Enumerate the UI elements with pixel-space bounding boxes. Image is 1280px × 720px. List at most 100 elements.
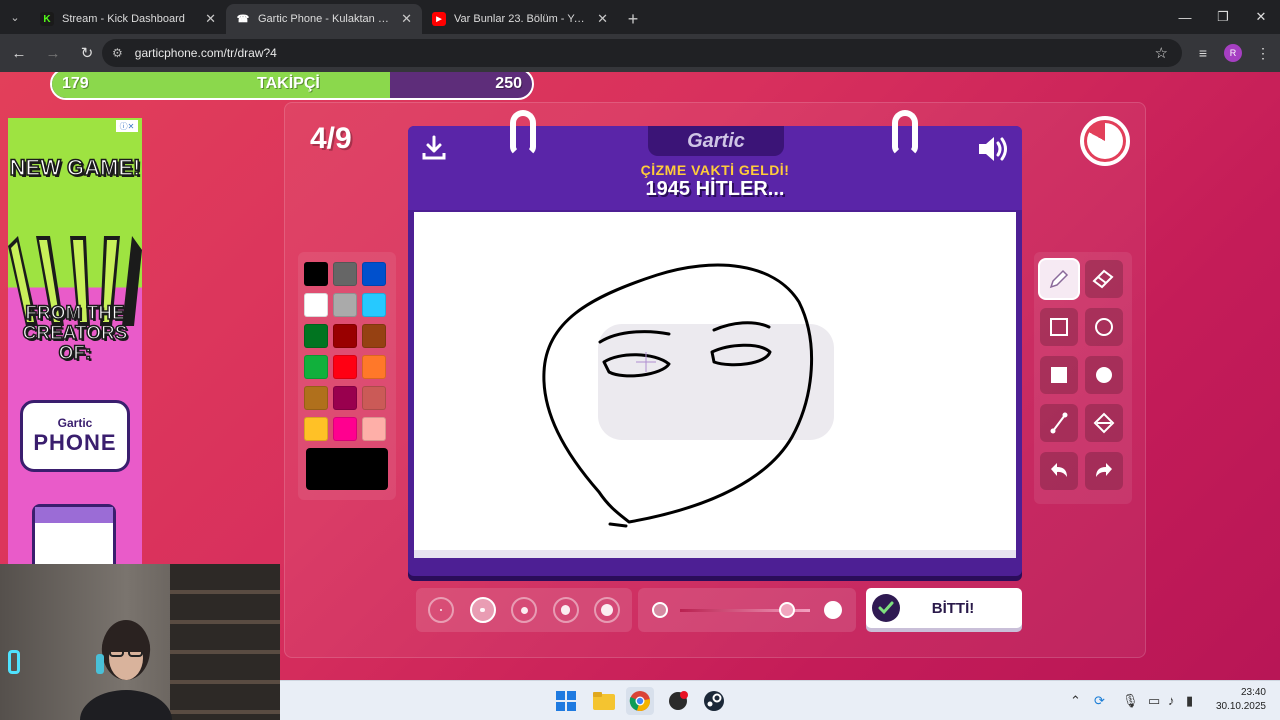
back-button[interactable]: ← [4, 38, 34, 68]
ad-tagline: FROM THE CREATORS OF: [22, 303, 128, 364]
rectangle-fill-icon [1051, 367, 1067, 383]
bookmark-star-icon[interactable]: ☆ [1155, 44, 1168, 62]
color-swatch[interactable] [362, 293, 386, 317]
calendar-illustration [32, 504, 116, 564]
color-swatch[interactable] [333, 293, 357, 317]
color-swatch[interactable] [362, 417, 386, 441]
rectangle-outline-icon [1050, 318, 1068, 336]
board-ring-right [892, 110, 918, 156]
system-clock[interactable]: 23:40 30.10.2025 [1200, 686, 1266, 714]
tab-youtube[interactable]: ▶ Var Bunlar 23. Bölüm - YouTube ✕ [422, 4, 618, 34]
circle-outline-tool-button[interactable] [1085, 308, 1123, 346]
color-swatch[interactable] [333, 417, 357, 441]
ad-info-icon[interactable]: ⓘ✕ [116, 120, 138, 132]
chin-stroke [608, 522, 628, 528]
close-tab-icon[interactable]: ✕ [205, 11, 216, 27]
url-text: garticphone.com/tr/draw?4 [134, 46, 277, 60]
color-swatch[interactable] [333, 324, 357, 348]
brush-size-button[interactable] [552, 597, 579, 623]
brush-size-button[interactable] [469, 597, 496, 623]
download-icon[interactable] [420, 134, 448, 162]
drawing-canvas[interactable] [414, 212, 1016, 558]
color-swatch[interactable] [362, 355, 386, 379]
sync-icon[interactable]: ⟳ [1094, 693, 1105, 709]
close-tab-icon[interactable]: ✕ [597, 11, 608, 27]
profile-avatar[interactable]: R [1218, 38, 1248, 68]
brush-size-button[interactable] [428, 597, 454, 623]
undo-tool-button[interactable] [1040, 452, 1078, 490]
canvas-drawing [542, 263, 834, 528]
check-icon [872, 594, 900, 622]
current-color-swatch [306, 448, 388, 490]
tray-chevron-icon[interactable]: ⌃ [1070, 693, 1081, 709]
menu-dots-icon[interactable]: ⋮ [1248, 38, 1278, 68]
color-swatch[interactable] [333, 262, 357, 286]
color-swatch[interactable] [362, 324, 386, 348]
windows-taskbar: ⌃ ⟳ 🎙 ▭ ♪ ▮ 23:40 30.10.2025 [280, 680, 1280, 720]
done-button[interactable]: BİTTİ! [866, 588, 1022, 628]
brush-size-button[interactable] [511, 597, 537, 623]
headphone-light [8, 650, 20, 674]
tab-gartic-phone[interactable]: ☎ Gartic Phone - Kulaktan Kulağa ✕ [226, 4, 422, 34]
file-explorer-icon[interactable] [590, 687, 618, 715]
drawing-prompt: 1945 HİTLER... [645, 178, 785, 200]
volume-icon[interactable] [976, 134, 1010, 164]
rectangle-fill-tool-button[interactable] [1040, 356, 1078, 394]
network-icon[interactable]: ▭ [1148, 693, 1160, 709]
streamer-image [80, 620, 172, 720]
pencil-tool-button[interactable] [1040, 260, 1078, 298]
follower-current: 179 [62, 75, 89, 92]
new-tab-button[interactable]: + [618, 4, 648, 34]
color-swatch[interactable] [362, 386, 386, 410]
close-tab-icon[interactable]: ✕ [401, 11, 412, 27]
color-swatch[interactable] [304, 324, 328, 348]
gartic-phone-logo: Gartic PHONE [20, 400, 130, 472]
opacity-thumb[interactable] [778, 602, 795, 618]
app-notification-icon[interactable] [664, 687, 692, 715]
speaker-icon[interactable]: ♪ [1168, 693, 1175, 708]
line-icon [1050, 412, 1068, 434]
minimize-button[interactable]: — [1166, 0, 1204, 34]
battery-icon[interactable]: ▮ [1186, 693, 1193, 709]
undo-icon [1051, 463, 1067, 477]
tab-search-dropdown-icon[interactable]: ⌄ [0, 0, 30, 34]
color-palette [298, 252, 396, 500]
brush-size-button[interactable] [594, 597, 620, 623]
steam-icon[interactable] [700, 687, 728, 715]
timer-icon [1080, 116, 1130, 166]
url-bar[interactable]: ⚙ garticphone.com/tr/draw?4 ☆ [102, 39, 1182, 67]
color-swatch[interactable] [304, 417, 328, 441]
brush-size-selector [416, 588, 632, 632]
circle-fill-tool-button[interactable] [1085, 356, 1123, 394]
color-swatch[interactable] [304, 262, 328, 286]
color-swatch[interactable] [333, 355, 357, 379]
fill-bucket-tool-button[interactable] [1085, 404, 1123, 442]
color-swatch[interactable] [333, 386, 357, 410]
media-controls-icon[interactable]: ≡ [1188, 38, 1218, 68]
maximize-button[interactable]: ❐ [1204, 0, 1242, 34]
tab-kick-dashboard[interactable]: K Stream - Kick Dashboard ✕ [30, 4, 226, 34]
chrome-icon[interactable] [626, 687, 654, 715]
address-bar-row: ← → ↻ ⚙ garticphone.com/tr/draw?4 ☆ ≡ R … [0, 34, 1280, 72]
forward-button[interactable]: → [38, 38, 68, 68]
reload-button[interactable]: ↻ [72, 38, 102, 68]
color-swatch[interactable] [362, 262, 386, 286]
tab-title: Var Bunlar 23. Bölüm - YouTube [454, 13, 589, 25]
eraser-tool-button[interactable] [1085, 260, 1123, 298]
pencil-icon [1049, 269, 1069, 289]
circle-outline-icon [1095, 318, 1113, 336]
windows-start-icon[interactable] [552, 687, 580, 715]
color-swatch[interactable] [304, 355, 328, 379]
rectangle-outline-tool-button[interactable] [1040, 308, 1078, 346]
circle-fill-icon [1096, 367, 1112, 383]
redo-tool-button[interactable] [1085, 452, 1123, 490]
close-window-button[interactable]: ✕ [1242, 0, 1280, 34]
color-swatch[interactable] [304, 293, 328, 317]
color-swatch[interactable] [304, 386, 328, 410]
opacity-slider[interactable] [638, 588, 856, 632]
site-info-icon[interactable]: ⚙ [112, 46, 123, 60]
line-tool-button[interactable] [1040, 404, 1078, 442]
tab-title: Stream - Kick Dashboard [62, 13, 185, 25]
advertisement-banner[interactable]: ⓘ✕ NEW GAME! FROM THE CREATORS OF: Garti… [8, 118, 142, 564]
microphone-icon[interactable]: 🎙 [1122, 693, 1139, 709]
